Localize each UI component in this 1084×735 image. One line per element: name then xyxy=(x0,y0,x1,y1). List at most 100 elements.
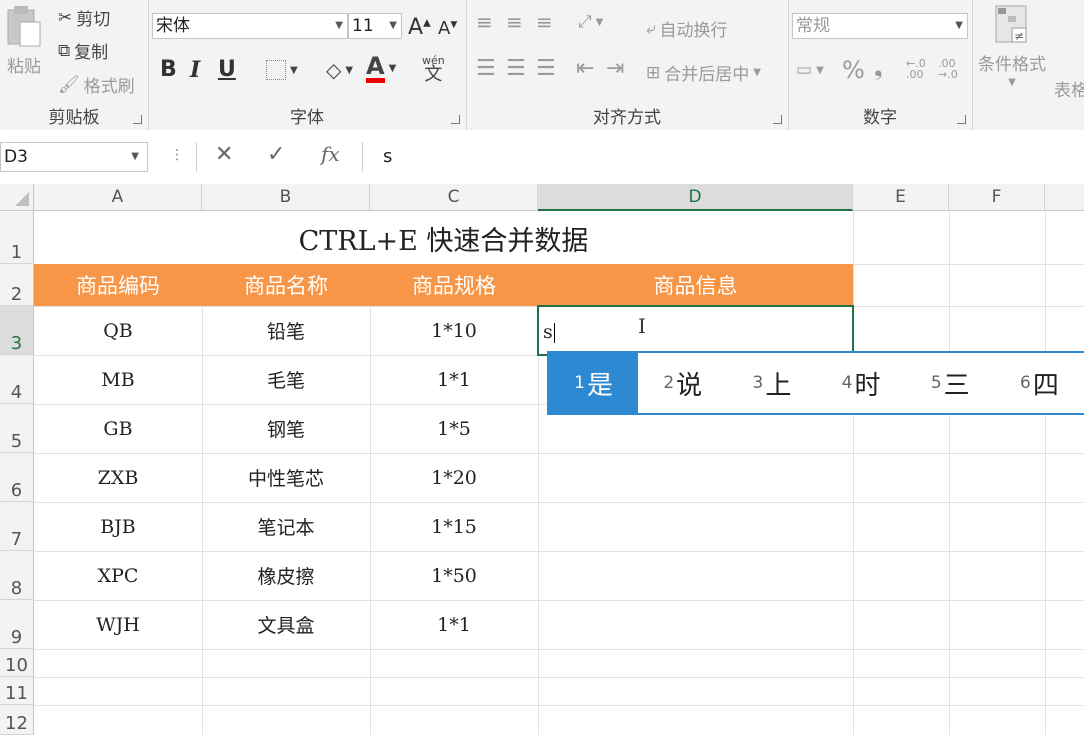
number-launcher-icon[interactable] xyxy=(957,115,966,124)
cell-b3[interactable]: 铅笔 xyxy=(202,306,370,355)
cell-a5[interactable]: GB xyxy=(34,404,202,453)
cancel-icon[interactable]: ✕ xyxy=(215,142,233,167)
active-cell-d3[interactable]: s xyxy=(537,305,854,356)
name-box[interactable]: D3 ▼ xyxy=(0,142,148,172)
ime-candidate[interactable]: 6四 xyxy=(995,353,1084,413)
percent-button[interactable]: % xyxy=(842,56,865,84)
font-size-select[interactable]: 11 ▼ xyxy=(348,13,402,39)
cell-b8[interactable]: 橡皮擦 xyxy=(202,551,370,600)
orientation-button[interactable]: ⤢ ▼ xyxy=(578,12,603,32)
cell-c7[interactable]: 1*15 xyxy=(370,502,538,551)
align-right-button[interactable]: ☰ xyxy=(536,56,556,81)
row-header-3[interactable]: 3 xyxy=(0,306,34,355)
italic-button[interactable]: I xyxy=(190,57,200,83)
header-cell-code[interactable]: 商品编码 xyxy=(34,264,202,306)
row-header-11[interactable]: 11 xyxy=(0,677,34,705)
cell-a7[interactable]: BJB xyxy=(34,502,202,551)
increase-indent-button[interactable]: ⇥ xyxy=(606,56,624,81)
cell-c3[interactable]: 1*10 xyxy=(370,306,538,355)
increase-decimal-button[interactable]: ←.0 .00 xyxy=(906,58,932,80)
column-header-b[interactable]: B xyxy=(202,184,370,211)
copy-button[interactable]: ⧉ 复制 xyxy=(58,38,108,64)
row-header-1[interactable]: 1 xyxy=(0,211,34,264)
format-painter-button[interactable]: 🖌 格式刷 xyxy=(58,72,135,98)
clipboard-launcher-icon[interactable] xyxy=(133,115,142,124)
enter-icon[interactable]: ✓ xyxy=(267,142,285,167)
cell-b4[interactable]: 毛笔 xyxy=(202,355,370,404)
column-header-g[interactable] xyxy=(1045,184,1084,211)
decrease-indent-button[interactable]: ⇤ xyxy=(576,56,594,81)
cell-c6[interactable]: 1*20 xyxy=(370,453,538,502)
conditional-format-button[interactable]: ≠ 条件格式 ▼ xyxy=(978,4,1046,88)
ime-candidate[interactable]: 2说 xyxy=(638,353,727,413)
worksheet-grid[interactable]: A B C D E F 1 2 3 4 5 6 7 8 9 10 11 12 C… xyxy=(0,184,1084,735)
decrease-decimal-button[interactable]: .00 →.0 xyxy=(938,58,964,80)
row-header-7[interactable]: 7 xyxy=(0,502,34,551)
cell-a4[interactable]: MB xyxy=(34,355,202,404)
cell-b6[interactable]: 中性笔芯 xyxy=(202,453,370,502)
formula-input[interactable]: s xyxy=(362,142,1082,172)
cell-b7[interactable]: 笔记本 xyxy=(202,502,370,551)
column-header-a[interactable]: A xyxy=(34,184,202,211)
fill-color-button[interactable]: ◇ ▼ xyxy=(326,58,353,82)
row-header-2[interactable]: 2 xyxy=(0,264,34,306)
ime-candidate[interactable]: 3上 xyxy=(727,353,816,413)
shrink-font-button[interactable]: A▼ xyxy=(438,18,457,39)
ime-candidate[interactable]: 1是 xyxy=(549,353,639,413)
currency-button[interactable]: ▭ ▼ xyxy=(796,60,824,80)
title-cell[interactable]: CTRL+E 快速合并数据 xyxy=(35,212,852,264)
table-format-label: 表格 xyxy=(1054,81,1084,101)
ime-candidate[interactable]: 5三 xyxy=(906,353,995,413)
row-header-5[interactable]: 5 xyxy=(0,404,34,453)
header-cell-info[interactable]: 商品信息 xyxy=(538,264,853,306)
align-top-button[interactable]: ≡ xyxy=(476,10,493,34)
wrap-text-button[interactable]: ⤶ 自动换行 xyxy=(646,16,728,42)
cell-c5[interactable]: 1*5 xyxy=(370,404,538,453)
bold-button[interactable]: B xyxy=(160,57,177,82)
border-button[interactable]: ▼ xyxy=(266,60,298,80)
cell-c8[interactable]: 1*50 xyxy=(370,551,538,600)
font-name-select[interactable]: 宋体 ▼ xyxy=(152,13,348,39)
font-color-button[interactable]: A ▼ xyxy=(366,54,396,83)
header-cell-name[interactable]: 商品名称 xyxy=(202,264,370,306)
cell-a9[interactable]: WJH xyxy=(34,600,202,649)
row-header-4[interactable]: 4 xyxy=(0,355,34,404)
merge-center-button[interactable]: ⊞ 合并后居中 ▼ xyxy=(646,60,761,86)
formula-bar-grip-icon[interactable]: ⋮ xyxy=(170,147,184,163)
underline-button[interactable]: U xyxy=(218,57,236,82)
row-header-6[interactable]: 6 xyxy=(0,453,34,502)
row-header-10[interactable]: 10 xyxy=(0,649,34,677)
column-header-c[interactable]: C xyxy=(370,184,538,211)
grow-font-button[interactable]: A▲ xyxy=(408,15,431,40)
ime-candidate[interactable]: 4时 xyxy=(817,353,906,413)
font-launcher-icon[interactable] xyxy=(451,115,460,124)
phonetic-button[interactable]: wén 文 xyxy=(422,54,445,84)
cell-a3[interactable]: QB xyxy=(34,306,202,355)
cell-b5[interactable]: 钢笔 xyxy=(202,404,370,453)
align-center-button[interactable]: ☰ xyxy=(506,56,526,81)
number-format-select[interactable]: 常规 ▼ xyxy=(792,13,968,39)
table-format-button[interactable]: 表格 xyxy=(1054,76,1084,101)
cell-a6[interactable]: ZXB xyxy=(34,453,202,502)
align-left-button[interactable]: ☰ xyxy=(476,56,496,81)
cell-c9[interactable]: 1*1 xyxy=(370,600,538,649)
shrink-font-label: A xyxy=(438,18,451,39)
alignment-launcher-icon[interactable] xyxy=(773,115,782,124)
column-header-e[interactable]: E xyxy=(853,184,949,211)
cell-c4[interactable]: 1*1 xyxy=(370,355,538,404)
cell-b9[interactable]: 文具盒 xyxy=(202,600,370,649)
align-bottom-button[interactable]: ≡ xyxy=(536,10,553,34)
column-header-d[interactable]: D xyxy=(538,184,853,211)
insert-function-icon[interactable]: fx xyxy=(321,142,340,166)
row-header-8[interactable]: 8 xyxy=(0,551,34,600)
paste-button[interactable]: 粘贴 xyxy=(4,4,44,77)
column-header-f[interactable]: F xyxy=(949,184,1045,211)
comma-button[interactable]: ❟ xyxy=(874,56,883,81)
cell-a8[interactable]: XPC xyxy=(34,551,202,600)
cut-button[interactable]: ✂ 剪切 xyxy=(58,5,110,31)
align-middle-button[interactable]: ≡ xyxy=(506,10,523,34)
row-header-9[interactable]: 9 xyxy=(0,600,34,649)
select-all-corner[interactable] xyxy=(0,184,34,211)
row-header-12[interactable]: 12 xyxy=(0,705,34,735)
header-cell-spec[interactable]: 商品规格 xyxy=(370,264,538,306)
